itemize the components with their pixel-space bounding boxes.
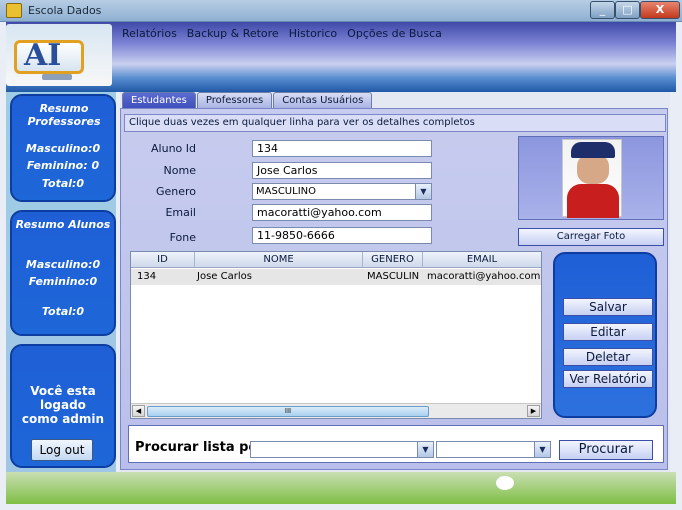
footer-grass: [6, 472, 676, 504]
window-title: Escola Dados: [28, 4, 102, 17]
menu-bar: Relatórios Backup & Retore Historico Opç…: [122, 27, 442, 45]
search-bar: Procurar lista por ▼ ▼ Procurar: [128, 425, 664, 463]
genero-label: Genero: [155, 185, 196, 198]
editar-button[interactable]: Editar: [563, 323, 653, 341]
nome-label: Nome: [163, 164, 196, 177]
grid-header: ID NOME GENERO EMAIL: [131, 252, 541, 268]
student-photo: [562, 139, 622, 218]
professores-title: Resumo Professores: [27, 102, 101, 128]
deletar-button[interactable]: Deletar: [563, 348, 653, 366]
tab-contas-usuarios[interactable]: Contas Usuários: [273, 92, 373, 108]
app-logo: AI: [6, 24, 112, 86]
column-id[interactable]: ID: [131, 252, 195, 268]
logout-button[interactable]: Log out: [31, 439, 93, 461]
column-genero[interactable]: GENERO: [363, 252, 423, 268]
ver-relatorio-button[interactable]: Ver Relatório: [563, 370, 653, 388]
app-icon: [6, 3, 22, 18]
fone-field[interactable]: 11-9850-6666: [252, 227, 432, 244]
scroll-right-icon[interactable]: ▶: [527, 405, 540, 417]
horizontal-scrollbar[interactable]: ◀ III ▶: [131, 403, 541, 418]
scroll-left-icon[interactable]: ◀: [132, 405, 145, 417]
info-bar: Clique duas vezes em qualquer linha para…: [124, 114, 666, 132]
tab-strip: Estudantes Professores Contas Usuários: [122, 92, 373, 108]
close-button[interactable]: X: [640, 1, 680, 19]
menu-historico[interactable]: Historico: [289, 27, 337, 45]
alunos-masculino: Masculino:0: [25, 258, 101, 271]
professores-total: Total:0: [41, 177, 85, 190]
professores-summary: Resumo Professores Masculino:0 Feminino:…: [10, 94, 116, 202]
title-bar: Escola Dados: [0, 0, 682, 22]
students-grid: ID NOME GENERO EMAIL 134 Jose Carlos MAS…: [130, 251, 542, 419]
chevron-down-icon[interactable]: ▼: [415, 184, 431, 199]
menu-relatorios[interactable]: Relatórios: [122, 27, 177, 45]
menu-backup[interactable]: Backup & Retore: [187, 27, 279, 45]
cell-genero: MASCULIN: [367, 271, 420, 282]
flower-decoration: [496, 476, 514, 490]
search-value-select[interactable]: ▼: [436, 441, 551, 458]
alunos-total: Total:0: [41, 305, 85, 318]
column-email[interactable]: EMAIL: [423, 252, 541, 268]
email-field[interactable]: macoratti@yahoo.com: [252, 204, 432, 221]
nome-field[interactable]: Jose Carlos: [252, 162, 432, 179]
actions-panel: Salvar Editar Deletar Ver Relatório: [553, 252, 657, 418]
cell-email: macoratti@yahoo.com: [427, 271, 541, 282]
cell-nome: Jose Carlos: [197, 271, 252, 282]
email-label: Email: [165, 206, 196, 219]
aluno-id-label: Aluno Id: [151, 142, 196, 155]
search-field-select[interactable]: ▼: [250, 441, 434, 458]
table-row[interactable]: 134 Jose Carlos MASCULIN macoratti@yahoo…: [131, 269, 541, 285]
procurar-button[interactable]: Procurar: [559, 440, 653, 460]
fone-label: Fone: [169, 231, 196, 244]
login-message: Você esta logado como admin: [21, 384, 105, 426]
maximize-button[interactable]: □: [615, 1, 640, 19]
alunos-summary: Resumo Alunos Masculino:0 Feminino:0 Tot…: [10, 210, 116, 336]
professores-feminino: Feminino: 0: [26, 159, 100, 172]
carregar-foto-button[interactable]: Carregar Foto: [518, 228, 664, 246]
genero-value: MASCULINO: [256, 186, 316, 197]
column-nome[interactable]: NOME: [195, 252, 363, 268]
alunos-title: Resumo Alunos: [15, 218, 111, 231]
chevron-down-icon[interactable]: ▼: [534, 442, 550, 457]
search-label: Procurar lista por: [135, 440, 264, 455]
genero-select[interactable]: MASCULINO ▼: [252, 183, 432, 200]
menu-opcoes-busca[interactable]: Opções de Busca: [347, 27, 442, 45]
professores-masculino: Masculino:0: [25, 142, 101, 155]
salvar-button[interactable]: Salvar: [563, 298, 653, 316]
minimize-button[interactable]: _: [590, 1, 615, 19]
tab-estudantes[interactable]: Estudantes: [122, 92, 196, 108]
tab-professores[interactable]: Professores: [196, 92, 273, 108]
alunos-feminino: Feminino:0: [28, 275, 98, 288]
scroll-thumb[interactable]: III: [147, 406, 429, 417]
cell-id: 134: [137, 271, 157, 282]
aluno-id-field[interactable]: 134: [252, 140, 432, 157]
chevron-down-icon[interactable]: ▼: [417, 442, 433, 457]
